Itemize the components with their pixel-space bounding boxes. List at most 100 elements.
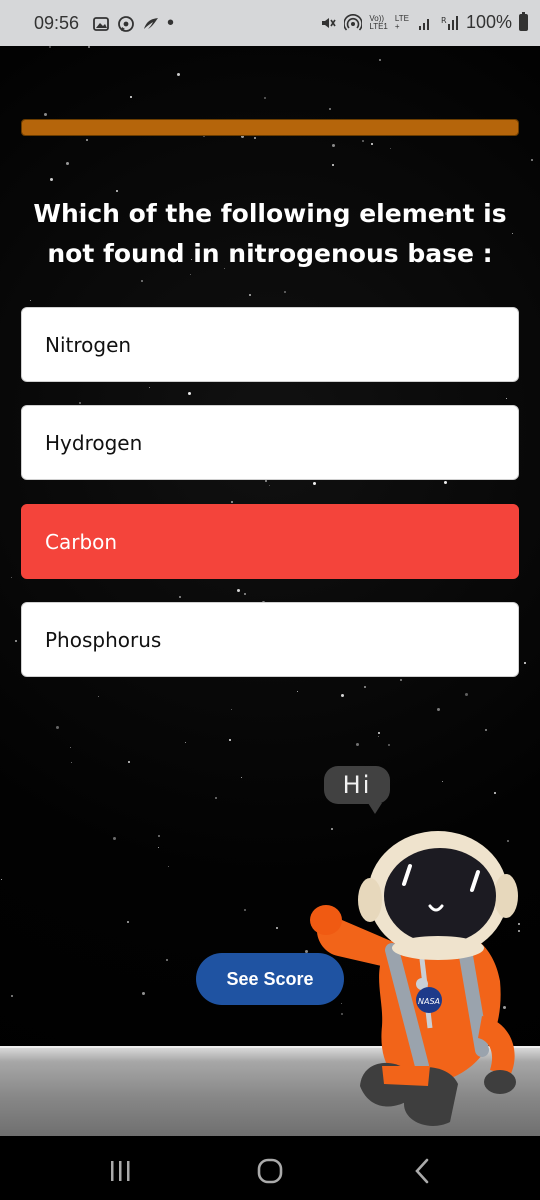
star xyxy=(142,992,145,995)
astronaut-illustration: NASA xyxy=(310,831,518,1126)
star xyxy=(50,178,53,181)
star xyxy=(215,797,217,799)
star xyxy=(70,747,71,748)
star xyxy=(400,679,402,681)
star xyxy=(49,46,51,48)
lte1-text: LTE1 xyxy=(369,21,388,31)
volte-label: Vo)) LTE1 xyxy=(369,14,388,31)
battery-icon xyxy=(519,12,528,31)
star xyxy=(1,879,2,880)
option-button[interactable]: Hydrogen xyxy=(21,405,519,480)
star xyxy=(158,847,159,848)
star xyxy=(130,96,132,98)
status-dot: • xyxy=(167,12,175,34)
battery-percent: 100% xyxy=(465,12,512,32)
star xyxy=(15,640,17,642)
star xyxy=(276,927,278,929)
star xyxy=(128,761,130,763)
gallery-icon xyxy=(93,16,109,31)
star xyxy=(11,577,12,578)
option-button-selected[interactable]: Carbon xyxy=(21,504,519,579)
star xyxy=(332,144,335,147)
star xyxy=(378,732,380,734)
star xyxy=(241,777,242,778)
option-label: Carbon xyxy=(45,529,118,554)
star xyxy=(249,294,251,296)
star xyxy=(356,743,359,746)
star xyxy=(313,482,316,485)
quiz-progress-bar xyxy=(21,119,519,136)
star xyxy=(127,921,129,923)
navigation-bar xyxy=(0,1136,540,1200)
star xyxy=(244,909,246,911)
star xyxy=(531,159,533,161)
star xyxy=(465,693,468,696)
star xyxy=(284,291,286,293)
star xyxy=(237,589,240,592)
star xyxy=(254,137,256,139)
quiz-screen: Which of the following element is not fo… xyxy=(0,46,540,1136)
option-label: Nitrogen xyxy=(45,332,132,357)
star xyxy=(485,729,487,731)
see-score-button[interactable]: See Score xyxy=(196,953,344,1005)
bird-app-icon xyxy=(144,17,158,29)
star xyxy=(379,59,381,61)
star xyxy=(229,739,231,741)
option-button[interactable]: Phosphorus xyxy=(21,602,519,677)
star xyxy=(30,300,31,301)
star xyxy=(44,113,47,116)
lte-plus-text: + xyxy=(394,21,400,31)
star xyxy=(364,686,366,688)
star xyxy=(231,501,233,503)
star xyxy=(231,709,232,710)
star xyxy=(332,164,334,166)
status-time: 09:56 xyxy=(34,13,80,33)
star xyxy=(297,691,298,692)
star xyxy=(179,596,181,598)
back-icon[interactable] xyxy=(408,1156,438,1186)
star xyxy=(113,837,116,840)
lte-label: LTE + xyxy=(394,14,409,31)
star xyxy=(437,708,440,711)
status-bar: 09:56 • Vo)) LTE1 LTE + R 100% xyxy=(0,0,540,46)
option-label: Hydrogen xyxy=(45,430,143,455)
star xyxy=(166,959,168,961)
star xyxy=(506,398,507,399)
star xyxy=(388,744,390,746)
star xyxy=(390,148,391,149)
star xyxy=(56,726,59,729)
star xyxy=(79,402,81,404)
home-icon[interactable] xyxy=(255,1156,285,1186)
svg-text:R: R xyxy=(441,16,447,25)
star xyxy=(265,480,267,482)
star xyxy=(188,392,191,395)
option-label: Phosphorus xyxy=(45,627,162,652)
star xyxy=(269,485,270,486)
star xyxy=(11,995,13,997)
star xyxy=(371,143,373,145)
nasa-badge-text: NASA xyxy=(418,997,440,1006)
star xyxy=(158,835,160,837)
star xyxy=(116,190,118,192)
signal-icon xyxy=(418,18,429,30)
option-button[interactable]: Nitrogen xyxy=(21,307,519,382)
hotspot-icon xyxy=(344,13,363,31)
star xyxy=(329,108,331,110)
star xyxy=(378,736,379,737)
star xyxy=(168,866,169,867)
recent-apps-icon[interactable] xyxy=(105,1156,135,1186)
whatsapp-icon xyxy=(118,15,134,32)
star xyxy=(88,46,90,48)
astronaut-mascot: Hi NASA xyxy=(300,766,540,1136)
star xyxy=(444,481,447,484)
star xyxy=(524,662,526,664)
star xyxy=(264,97,266,99)
star xyxy=(71,762,72,763)
star xyxy=(149,387,150,388)
system-icons: Vo)) LTE1 LTE + R 100% xyxy=(319,12,528,33)
signal-r-icon: R xyxy=(441,15,458,30)
question-text: Which of the following element is not fo… xyxy=(33,199,507,268)
star xyxy=(185,742,186,743)
star xyxy=(244,593,246,595)
star xyxy=(141,280,143,282)
